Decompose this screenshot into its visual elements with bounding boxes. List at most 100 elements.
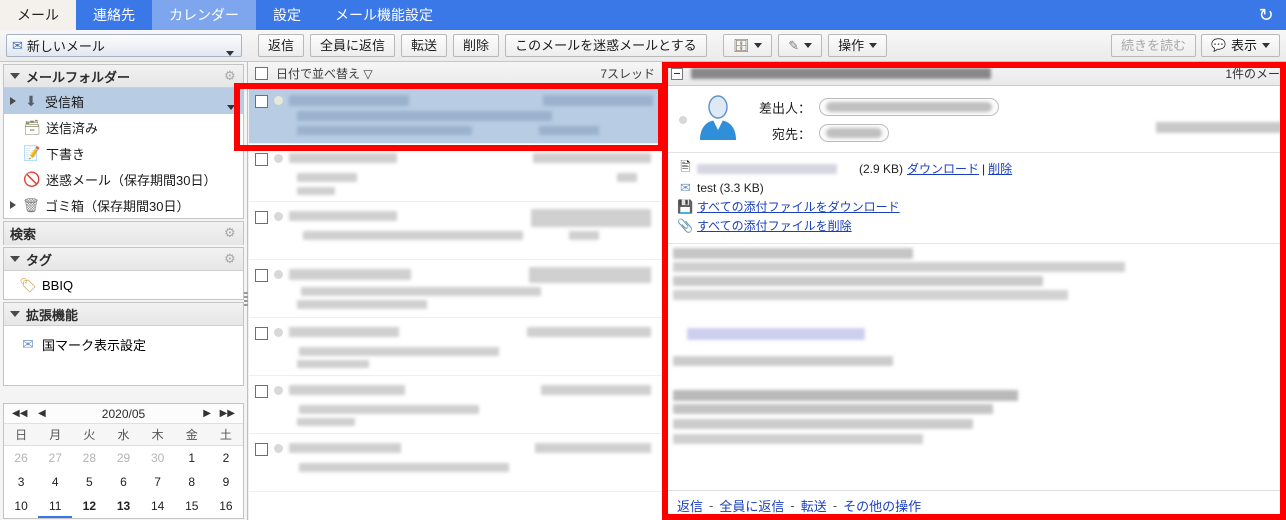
calendar-day[interactable]: 28 — [72, 446, 106, 470]
chevron-right-icon[interactable] — [10, 97, 16, 105]
message-list-item[interactable] — [249, 434, 663, 492]
sort-by-date-button[interactable]: 日付で並べ替え ▽ — [276, 65, 373, 82]
action-button[interactable]: 操作 — [828, 34, 888, 57]
message-list-item[interactable] — [249, 260, 663, 318]
calendar-first-button[interactable]: ◀◀ — [12, 408, 27, 419]
sidebar-item-spam[interactable]: 🚫 迷惑メール（保存期間30日） — [4, 166, 243, 192]
calendar-day[interactable]: 9 — [209, 470, 243, 494]
tag-header[interactable]: タグ ⚙ — [4, 248, 243, 271]
chevron-down-icon[interactable] — [10, 256, 20, 262]
download-all-row[interactable]: 💾 すべての添付ファイルをダウンロード — [677, 197, 1276, 216]
row-checkbox[interactable] — [255, 153, 268, 166]
row-checkbox[interactable] — [255, 385, 268, 398]
chevron-right-icon[interactable] — [10, 201, 16, 209]
calendar-next-button[interactable]: ▶ — [203, 408, 211, 419]
mail-folder-header-label: メールフォルダー — [26, 69, 131, 85]
mark-spam-button[interactable]: このメールを迷惑メールとする — [505, 34, 707, 57]
continue-reading-button[interactable]: 続きを読む — [1111, 34, 1197, 57]
move-to-folder-button[interactable]: 🗄 — [722, 34, 773, 57]
search-header[interactable]: 検索 ⚙ — [4, 222, 243, 245]
extension-header[interactable]: 拡張機能 — [4, 303, 243, 326]
tab-mail-feature-settings[interactable]: メール機能設定 — [318, 0, 450, 30]
gear-icon[interactable]: ⚙ — [224, 226, 238, 240]
forward-link[interactable]: 転送 — [801, 496, 827, 515]
tag-button[interactable]: ✎ — [778, 34, 823, 57]
calendar-day[interactable]: 30 — [141, 446, 175, 470]
calendar-day[interactable]: 14 — [141, 494, 175, 518]
calendar-day[interactable]: 7 — [141, 470, 175, 494]
delete-all-attachments-link[interactable]: すべての添付ファイルを削除 — [697, 217, 852, 234]
sidebar-item-inbox[interactable]: ⬇ 受信箱 — [4, 88, 243, 114]
calendar-day[interactable]: 1 — [175, 446, 209, 470]
more-actions-link[interactable]: その他の操作 — [843, 496, 921, 515]
calendar-day[interactable]: 26 — [4, 446, 38, 470]
chevron-down-icon[interactable] — [754, 43, 763, 48]
calendar-day[interactable]: 13 — [106, 494, 140, 518]
calendar-day[interactable]: 3 — [4, 470, 38, 494]
reply-all-link[interactable]: 全員に返信 — [719, 496, 784, 515]
sidebar: メールフォルダー ⚙ ⬇ 受信箱 🗃 送信済み 📝 下書き 🚫 迷惑メール（保存… — [0, 62, 248, 520]
chevron-down-icon[interactable] — [10, 311, 20, 317]
row-checkbox[interactable] — [255, 269, 268, 282]
row-checkbox[interactable] — [255, 211, 268, 224]
sidebar-item-sent[interactable]: 🗃 送信済み — [4, 114, 243, 140]
view-button[interactable]: 💬 表示 — [1201, 34, 1280, 57]
sidebar-item-drafts[interactable]: 📝 下書き — [4, 140, 243, 166]
calendar-prev-button[interactable]: ◀ — [38, 408, 46, 419]
from-value-redacted[interactable] — [819, 98, 999, 116]
calendar-day[interactable]: 16 — [209, 494, 243, 518]
mail-folder-header[interactable]: メールフォルダー ⚙ — [4, 65, 243, 88]
calendar-day[interactable]: 27 — [38, 446, 72, 470]
message-list-item[interactable] — [249, 144, 663, 202]
message-list-item[interactable] — [249, 376, 663, 434]
calendar-day[interactable]: 12 — [72, 494, 106, 518]
sidebar-item-trash[interactable]: 🗑 ゴミ箱（保存期間30日） — [4, 192, 243, 218]
message-list-item[interactable] — [249, 318, 663, 376]
message-list-item[interactable] — [249, 86, 663, 144]
calendar-day[interactable]: 10 — [4, 494, 38, 518]
delete-button[interactable]: 削除 — [453, 34, 500, 57]
to-value-redacted[interactable] — [819, 124, 889, 142]
save-icon: 💾 — [677, 198, 694, 214]
new-mail-button[interactable]: ✉ 新しいメール — [6, 34, 242, 57]
reply-button[interactable]: 返信 — [258, 34, 305, 57]
tab-contacts[interactable]: 連絡先 — [76, 0, 152, 30]
download-link[interactable]: ダウンロード — [907, 160, 979, 177]
calendar-day[interactable]: 29 — [106, 446, 140, 470]
calendar-day-today[interactable]: 11 — [38, 494, 73, 518]
sidebar-item-country-mark-settings[interactable]: ✉ 国マーク表示設定 — [4, 326, 243, 362]
row-checkbox[interactable] — [255, 95, 268, 108]
calendar-day[interactable]: 8 — [175, 470, 209, 494]
sidebar-item-tag-bbiq[interactable]: 🏷 BBIQ — [4, 271, 243, 299]
reply-link[interactable]: 返信 — [677, 496, 703, 515]
tab-calendar[interactable]: カレンダー — [152, 0, 256, 30]
chevron-down-icon[interactable] — [1262, 43, 1270, 48]
forward-button[interactable]: 転送 — [401, 34, 448, 57]
chevron-down-icon[interactable] — [227, 105, 235, 110]
gear-icon[interactable]: ⚙ — [224, 69, 238, 83]
delete-attachment-link[interactable]: 削除 — [988, 160, 1012, 177]
calendar-day[interactable]: 2 — [209, 446, 243, 470]
calendar-day[interactable]: 5 — [72, 470, 106, 494]
splitter-grip[interactable] — [244, 292, 248, 310]
download-all-attachments-link[interactable]: すべての添付ファイルをダウンロード — [697, 198, 900, 215]
gear-icon[interactable]: ⚙ — [224, 252, 238, 266]
chevron-down-icon[interactable] — [226, 51, 234, 56]
calendar-day[interactable]: 4 — [38, 470, 72, 494]
calendar-day[interactable]: 15 — [175, 494, 209, 518]
row-checkbox[interactable] — [255, 327, 268, 340]
calendar-last-button[interactable]: ▶▶ — [220, 408, 235, 419]
chevron-down-icon[interactable] — [804, 43, 813, 48]
select-all-checkbox[interactable] — [255, 67, 268, 80]
calendar-day[interactable]: 6 — [106, 470, 140, 494]
tab-mail[interactable]: メール — [0, 0, 76, 30]
chevron-down-icon[interactable] — [869, 43, 878, 48]
reply-all-button[interactable]: 全員に返信 — [310, 34, 396, 57]
row-checkbox[interactable] — [255, 443, 268, 456]
refresh-icon[interactable]: ↻ — [1254, 3, 1278, 27]
message-list-item[interactable] — [249, 202, 663, 260]
collapse-icon[interactable] — [671, 67, 683, 80]
chevron-down-icon[interactable] — [10, 73, 20, 79]
delete-all-row[interactable]: 📎 すべての添付ファイルを削除 — [677, 216, 1276, 235]
tab-settings[interactable]: 設定 — [256, 0, 318, 30]
